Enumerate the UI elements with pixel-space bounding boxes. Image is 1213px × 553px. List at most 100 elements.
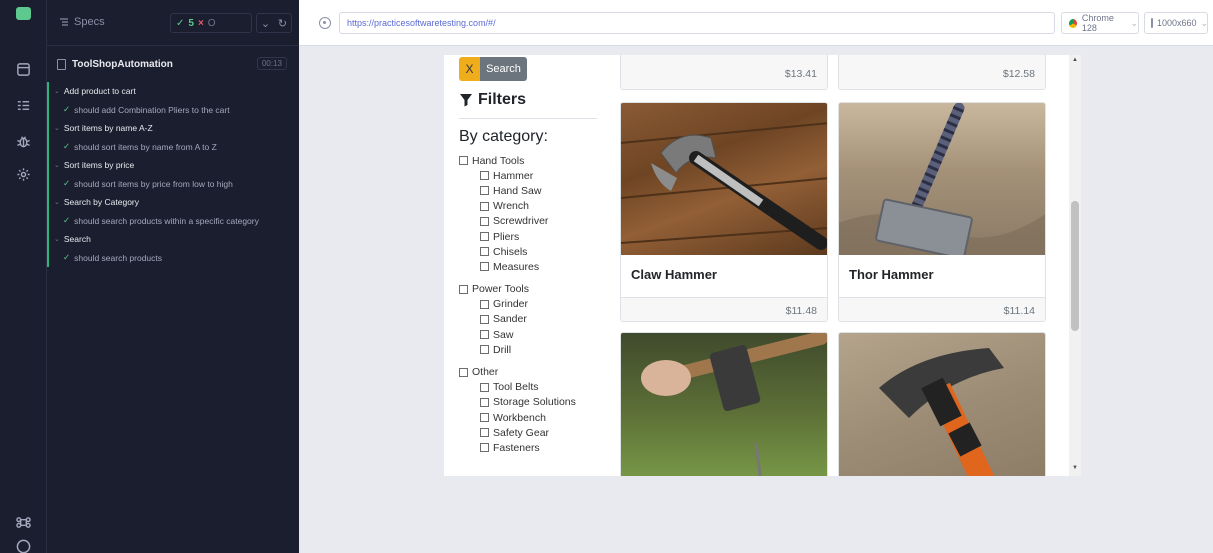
category-checkbox[interactable] bbox=[480, 186, 489, 196]
category-checkbox[interactable] bbox=[480, 314, 489, 324]
category-checkbox[interactable] bbox=[480, 443, 489, 453]
category-item[interactable]: Sander bbox=[459, 312, 576, 327]
category-parent-item[interactable]: Power Tools bbox=[459, 282, 576, 297]
category-item[interactable]: Measures bbox=[459, 259, 576, 274]
test-case-row[interactable]: ✓ should sort items by price from low to … bbox=[47, 174, 299, 193]
product-card[interactable] bbox=[838, 332, 1046, 476]
test-suite-row[interactable]: ⌄ Sort items by name A-Z bbox=[47, 119, 299, 138]
category-label: Fasteners bbox=[493, 441, 540, 454]
browser-selector[interactable]: Chrome 128 ⌄ bbox=[1061, 12, 1139, 34]
test-case-row[interactable]: ✓ should sort items by name from A to Z bbox=[47, 137, 299, 156]
product-image bbox=[839, 333, 1045, 476]
url-bar[interactable]: https://practicesoftwaretesting.com/#/ bbox=[339, 12, 1055, 34]
thor-hammer-picture bbox=[839, 103, 1045, 260]
category-checkbox[interactable] bbox=[480, 299, 489, 309]
app-viewport: X Search Filters By category: Hand Tools… bbox=[444, 55, 1081, 476]
search-button[interactable]: Search bbox=[480, 57, 527, 81]
category-label: Screwdriver bbox=[493, 215, 549, 228]
product-card[interactable]: $12.58 bbox=[838, 55, 1046, 90]
specs-title[interactable]: Specs bbox=[59, 16, 105, 28]
chevron-down-icon[interactable]: ⌄ bbox=[261, 17, 270, 30]
specs-list-icon[interactable] bbox=[15, 97, 32, 114]
test-case-row[interactable]: ✓ should add Combination Pliers to the ca… bbox=[47, 100, 299, 119]
search-clear-button[interactable]: X bbox=[459, 57, 480, 81]
cypress-logo-icon bbox=[15, 538, 32, 553]
category-checkbox[interactable] bbox=[459, 156, 468, 166]
category-checkbox[interactable] bbox=[480, 397, 489, 407]
passed-check-icon: ✓ bbox=[176, 17, 185, 29]
category-item[interactable]: Pliers bbox=[459, 229, 576, 244]
category-item[interactable]: Saw bbox=[459, 327, 576, 342]
category-checkbox[interactable] bbox=[480, 345, 489, 355]
category-item[interactable]: Drill bbox=[459, 342, 576, 357]
category-parent-item[interactable]: Hand Tools bbox=[459, 153, 576, 168]
scrollbar-thumb[interactable] bbox=[1071, 201, 1079, 331]
category-item[interactable]: Hammer bbox=[459, 168, 576, 183]
test-suite-row[interactable]: ⌄ Add product to cart bbox=[47, 82, 299, 101]
category-checkbox[interactable] bbox=[480, 201, 489, 211]
category-checkbox[interactable] bbox=[480, 247, 489, 257]
category-checkbox[interactable] bbox=[480, 382, 489, 392]
product-card-claw-hammer[interactable]: Claw Hammer $11.48 bbox=[620, 102, 828, 322]
category-label: Hand Tools bbox=[472, 154, 525, 167]
passed-check-icon: ✓ bbox=[63, 215, 71, 226]
product-card-thor-hammer[interactable]: Thor Hammer $11.14 bbox=[838, 102, 1046, 322]
test-case-row[interactable]: ✓ should search products bbox=[47, 248, 299, 267]
orange-handle-hammer-picture bbox=[879, 348, 1004, 476]
category-label: Safety Gear bbox=[493, 426, 550, 439]
failed-indicator: × bbox=[197, 17, 204, 29]
spec-file-row[interactable]: ToolShopAutomation 00:13 bbox=[47, 53, 299, 75]
product-card[interactable] bbox=[620, 332, 828, 476]
rerun-icon[interactable]: ↻ bbox=[278, 17, 287, 30]
category-item[interactable]: Fasteners bbox=[459, 440, 576, 455]
category-checkbox[interactable] bbox=[480, 232, 489, 242]
selector-playground-icon[interactable] bbox=[319, 17, 331, 29]
filter-funnel-icon bbox=[460, 94, 472, 107]
product-card[interactable]: $13.41 bbox=[620, 55, 828, 90]
category-item[interactable]: Hand Saw bbox=[459, 183, 576, 198]
category-item[interactable]: Chisels bbox=[459, 244, 576, 259]
chevron-down-icon: ⌄ bbox=[54, 236, 60, 244]
test-suite-row[interactable]: ⌄ Search by Category bbox=[47, 193, 299, 212]
test-case-row[interactable]: ✓ should search products within a specifi… bbox=[47, 211, 299, 230]
by-category-heading: By category: bbox=[459, 128, 548, 145]
category-label: Hammer bbox=[493, 169, 534, 182]
category-parent-item[interactable]: Other bbox=[459, 364, 576, 379]
category-checkbox[interactable] bbox=[459, 284, 468, 294]
settings-gear-icon[interactable] bbox=[15, 166, 32, 183]
chevron-down-icon: ⌄ bbox=[54, 125, 60, 133]
category-checkbox[interactable] bbox=[480, 216, 489, 226]
category-label: Sander bbox=[493, 313, 527, 326]
category-checkbox[interactable] bbox=[480, 171, 489, 181]
category-list: Hand Tools Hammer Hand Saw Wrench Screwdrive… bbox=[459, 153, 576, 456]
category-label: Hand Saw bbox=[493, 184, 542, 197]
scroll-down-icon[interactable]: ▼ bbox=[1072, 465, 1078, 471]
passed-check-icon: ✓ bbox=[63, 178, 71, 189]
chevron-down-icon: ⌄ bbox=[54, 162, 60, 170]
category-item[interactable]: Tool Belts bbox=[459, 380, 576, 395]
viewport-size[interactable]: 1000x660 ⌄ bbox=[1144, 12, 1208, 34]
specs-header: Specs ✓ 5 × O ⌄ ↻ bbox=[47, 0, 299, 46]
category-checkbox[interactable] bbox=[480, 262, 489, 272]
category-checkbox[interactable] bbox=[459, 367, 468, 377]
category-item[interactable]: Storage Solutions bbox=[459, 395, 576, 410]
category-checkbox[interactable] bbox=[480, 413, 489, 423]
test-suite-row[interactable]: ⌄ Search bbox=[47, 230, 299, 249]
category-item[interactable]: Screwdriver bbox=[459, 214, 576, 229]
category-checkbox[interactable] bbox=[480, 330, 489, 340]
app-logo-icon bbox=[16, 7, 31, 20]
category-item[interactable]: Wrench bbox=[459, 199, 576, 214]
category-item[interactable]: Workbench bbox=[459, 410, 576, 425]
category-label: Tool Belts bbox=[493, 381, 539, 394]
browser-icon[interactable] bbox=[15, 61, 32, 78]
test-suite-row[interactable]: ⌄ Sort items by price bbox=[47, 156, 299, 175]
category-checkbox[interactable] bbox=[480, 428, 489, 438]
category-item[interactable]: Safety Gear bbox=[459, 425, 576, 440]
scroll-up-icon[interactable]: ▲ bbox=[1072, 57, 1078, 63]
debug-bug-icon[interactable] bbox=[15, 133, 32, 150]
category-item[interactable]: Grinder bbox=[459, 297, 576, 312]
spec-duration: 00:13 bbox=[256, 57, 287, 70]
category-label: Drill bbox=[493, 343, 512, 356]
keyboard-shortcuts-icon[interactable] bbox=[15, 514, 32, 531]
viewport-scrollbar[interactable]: ▲ ▼ bbox=[1069, 55, 1081, 476]
